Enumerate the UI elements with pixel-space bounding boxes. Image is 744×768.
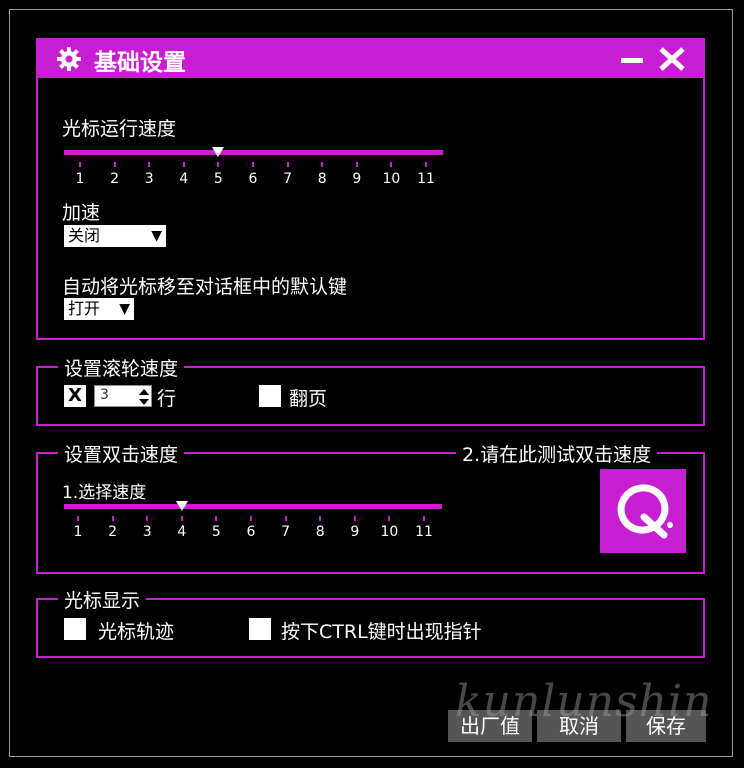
- minimize-icon[interactable]: [619, 46, 645, 72]
- slider-tick: [321, 162, 324, 167]
- q-logo-icon: [617, 484, 673, 539]
- slider-tick: [215, 516, 218, 521]
- lines-unit-label: 行: [157, 388, 177, 410]
- double-click-test-area[interactable]: [600, 469, 686, 553]
- spin-up-icon[interactable]: [139, 389, 149, 395]
- page-label: 翻页: [289, 388, 328, 410]
- slider-tick: [79, 162, 81, 167]
- slider-tick: [250, 516, 252, 521]
- accel-label: 加速: [62, 202, 101, 224]
- snap-select[interactable]: 打开 ▼: [64, 298, 134, 320]
- spin-down-icon[interactable]: [139, 399, 149, 405]
- lines-checkbox[interactable]: X: [64, 385, 86, 407]
- slider-tick: [425, 162, 427, 167]
- slider-tick-label: 5: [213, 171, 223, 187]
- window-title: 基础设置: [94, 50, 186, 76]
- slider-tick: [423, 516, 425, 521]
- slider-tick-label: 11: [415, 524, 433, 540]
- title-bar: 基础设置: [36, 38, 705, 78]
- slider-tick-label: 6: [248, 171, 258, 187]
- wheel-legend: 设置滚轮速度: [58, 354, 185, 381]
- cursor-display-legend: 光标显示: [58, 586, 147, 613]
- accel-select[interactable]: 关闭 ▼: [64, 225, 166, 247]
- snap-to-default-label: 自动将光标移至对话框中的默认键: [62, 276, 348, 298]
- slider-tick: [111, 516, 114, 521]
- slider-track[interactable]: [64, 150, 443, 155]
- slider-tick-label: 4: [177, 524, 187, 540]
- factory-reset-button[interactable]: 出厂值: [448, 710, 532, 742]
- slider-tick-label: 1: [73, 524, 83, 540]
- slider-tick: [353, 516, 356, 521]
- slider-tick: [148, 162, 151, 167]
- slider-track[interactable]: [64, 504, 442, 509]
- cancel-button[interactable]: 取消: [537, 710, 621, 742]
- slider-thumb[interactable]: [212, 147, 225, 157]
- slider-tick-label: 3: [142, 524, 152, 540]
- slider-tick-label: 7: [283, 171, 293, 187]
- slider-tick: [113, 162, 116, 167]
- slider-tick-label: 8: [315, 524, 325, 540]
- slider-tick-label: 1: [75, 171, 85, 187]
- slider-tick-label: 3: [144, 171, 154, 187]
- slider-tick-label: 9: [352, 171, 362, 187]
- accel-value: 关闭: [68, 226, 101, 245]
- slider-tick: [77, 516, 79, 521]
- slider-tick: [388, 516, 391, 521]
- ctrl-pointer-label: 按下CTRL键时出现指针: [281, 621, 482, 643]
- slider-tick: [286, 162, 289, 167]
- page-checkbox[interactable]: [259, 385, 281, 407]
- double-click-test-legend: 2.请在此测试双击速度: [456, 440, 658, 467]
- slider-tick: [180, 516, 183, 521]
- double-click-legend: 设置双击速度: [58, 440, 185, 467]
- dropdown-arrow-icon: ▼: [119, 301, 130, 317]
- pointer-speed-label: 光标运行速度: [62, 118, 177, 140]
- slider-tick-label: 10: [382, 171, 401, 187]
- lines-spinner[interactable]: 3: [94, 385, 152, 407]
- snap-value: 打开: [68, 299, 101, 318]
- slider-tick-label: 8: [317, 171, 327, 187]
- slider-tick-label: 10: [380, 524, 399, 540]
- slider-tick: [355, 162, 358, 167]
- slider-thumb[interactable]: [175, 501, 188, 511]
- trail-label: 光标轨迹: [98, 621, 175, 643]
- slider-tick-label: 11: [417, 171, 435, 187]
- slider-tick: [146, 516, 149, 521]
- slider-tick-label: 4: [179, 171, 189, 187]
- slider-tick-label: 2: [108, 524, 118, 540]
- slider-tick: [319, 516, 322, 521]
- save-button[interactable]: 保存: [626, 710, 706, 742]
- slider-tick: [284, 516, 287, 521]
- slider-tick-label: 6: [246, 524, 256, 540]
- slider-tick: [182, 162, 185, 167]
- slider-tick-label: 5: [211, 524, 221, 540]
- slider-tick-label: 2: [110, 171, 120, 187]
- ctrl-pointer-checkbox[interactable]: [249, 618, 271, 640]
- slider-tick: [217, 162, 220, 167]
- trail-checkbox[interactable]: [64, 618, 86, 640]
- gear-icon: [57, 47, 81, 71]
- slider-tick-label: 7: [281, 524, 291, 540]
- lines-value: 3: [100, 387, 109, 403]
- slider-tick: [390, 162, 393, 167]
- close-icon[interactable]: [657, 44, 687, 74]
- dropdown-arrow-icon: ▼: [151, 228, 162, 244]
- slider-tick-label: 9: [350, 524, 360, 540]
- slider-tick: [252, 162, 254, 167]
- choose-speed-label: 1.选择速度: [62, 483, 147, 503]
